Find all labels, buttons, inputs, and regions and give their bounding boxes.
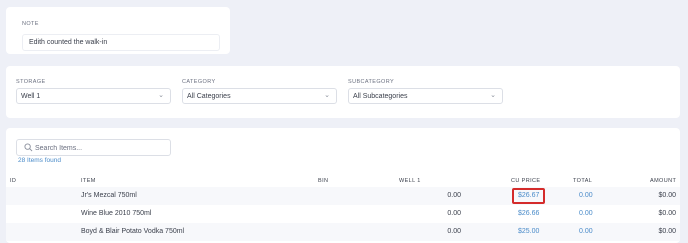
amount-value: $0.00 (658, 210, 676, 217)
storage-select[interactable]: Well 1 ⌄ (16, 88, 171, 104)
chevron-down-icon: ⌄ (324, 92, 330, 99)
column-header-id[interactable]: ID (10, 178, 16, 184)
note-card: NOTE Edith counted the walk-in (6, 7, 230, 54)
item-name: Wine Blue 2010 750ml (81, 210, 152, 217)
storage-select-value: Well 1 (21, 93, 41, 100)
column-header-amount[interactable]: AMOUNT (650, 178, 676, 184)
note-input[interactable]: Edith counted the walk-in (22, 34, 220, 51)
search-box[interactable] (16, 139, 171, 156)
well-qty[interactable]: 0.00 (406, 192, 461, 199)
well-qty[interactable]: 0.00 (406, 210, 461, 217)
column-header-cu-price[interactable]: CU PRICE (511, 178, 540, 184)
total-value: 0.00 (579, 192, 593, 199)
note-label: NOTE (22, 21, 39, 27)
category-label: CATEGORY (182, 79, 216, 85)
search-input[interactable] (35, 143, 165, 153)
cu-price-link[interactable]: $26.67 (518, 192, 539, 199)
search-icon (24, 143, 33, 152)
subcategory-label: SUBCATEGORY (348, 79, 395, 85)
cu-price-link[interactable]: $25.00 (518, 228, 539, 235)
cu-price-link[interactable]: $26.66 (518, 210, 539, 217)
chevron-down-icon: ⌄ (158, 92, 164, 99)
storage-label: STORAGE (16, 79, 46, 85)
table-row[interactable]: Boyd & Blair Potato Vodka 750ml 0.00 $25… (6, 223, 680, 241)
column-header-total[interactable]: TOTAL (573, 178, 592, 184)
total-value: 0.00 (579, 228, 593, 235)
column-header-bin[interactable]: BIN (318, 178, 328, 184)
table-row[interactable]: Jr's Mezcal 750ml 0.00 $26.67 0.00 $0.00 (6, 187, 680, 205)
table-row[interactable]: Wine Blue 2010 750ml 0.00 $26.66 0.00 $0… (6, 205, 680, 223)
item-name: Jr's Mezcal 750ml (81, 192, 137, 199)
subcategory-select[interactable]: All Subcategories ⌄ (348, 88, 503, 104)
column-header-well[interactable]: WELL 1 (399, 178, 421, 184)
total-value: 0.00 (579, 210, 593, 217)
chevron-down-icon: ⌄ (490, 92, 496, 99)
amount-value: $0.00 (658, 228, 676, 235)
items-card: 28 Items found ID ITEM BIN WELL 1 CU PRI… (6, 128, 680, 243)
amount-value: $0.00 (658, 192, 676, 199)
filter-card: STORAGE Well 1 ⌄ CATEGORY All Categories… (6, 66, 680, 118)
well-qty[interactable]: 0.00 (406, 228, 461, 235)
category-select[interactable]: All Categories ⌄ (182, 88, 337, 104)
subcategory-select-value: All Subcategories (353, 93, 408, 100)
items-count: 28 Items found (18, 157, 61, 164)
category-select-value: All Categories (187, 93, 231, 100)
item-name: Boyd & Blair Potato Vodka 750ml (81, 228, 185, 235)
column-header-item[interactable]: ITEM (81, 178, 96, 184)
